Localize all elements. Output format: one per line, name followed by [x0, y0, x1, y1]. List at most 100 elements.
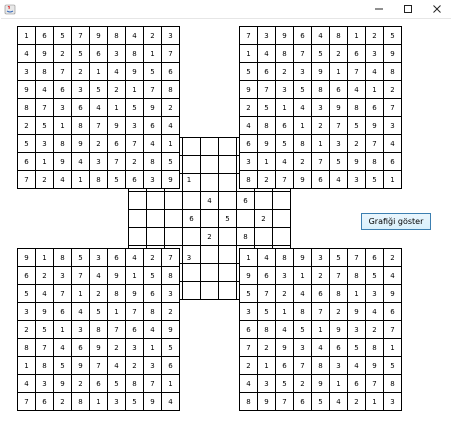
sudoku-cell[interactable]: 4	[162, 117, 180, 135]
sudoku-cell[interactable]: 1	[258, 357, 276, 375]
sudoku-cell[interactable]: 7	[144, 81, 162, 99]
sudoku-cell[interactable]: 8	[330, 285, 348, 303]
sudoku-cell[interactable]: 9	[384, 45, 402, 63]
sudoku-cell[interactable]: 6	[294, 27, 312, 45]
sudoku-cell[interactable]: 4	[348, 357, 366, 375]
sudoku-cell[interactable]: 9	[366, 357, 384, 375]
sudoku-cell[interactable]: 3	[258, 375, 276, 393]
sudoku-cell[interactable]: 2	[36, 171, 54, 189]
sudoku-cell[interactable]: 9	[294, 171, 312, 189]
sudoku-cell[interactable]: 8	[348, 99, 366, 117]
sudoku-cell[interactable]: 4	[258, 45, 276, 63]
sudoku-cell[interactable]: 4	[90, 267, 108, 285]
sudoku-cell[interactable]: 1	[144, 339, 162, 357]
sudoku-cell[interactable]: 8	[90, 321, 108, 339]
sudoku-cell[interactable]	[219, 264, 237, 282]
sudoku-cell[interactable]: 1	[90, 63, 108, 81]
sudoku-cell[interactable]: 6	[384, 303, 402, 321]
sudoku-cell[interactable]: 1	[162, 375, 180, 393]
sudoku-cell[interactable]: 6	[348, 375, 366, 393]
sudoku-cell[interactable]: 2	[162, 99, 180, 117]
sudoku-cell[interactable]: 8	[144, 153, 162, 171]
sudoku-cell[interactable]: 4	[276, 153, 294, 171]
sudoku-cell[interactable]: 6	[18, 267, 36, 285]
sudoku-cell[interactable]: 1	[384, 171, 402, 189]
sudoku-cell[interactable]: 4	[384, 267, 402, 285]
sudoku-cell[interactable]: 2	[18, 321, 36, 339]
sudoku-cell[interactable]: 9	[126, 63, 144, 81]
sudoku-cell[interactable]: 6	[240, 135, 258, 153]
sudoku-cell[interactable]: 7	[54, 285, 72, 303]
sudoku-cell[interactable]: 9	[312, 375, 330, 393]
sudoku-cell[interactable]: 2	[72, 63, 90, 81]
sudoku-cell[interactable]: 8	[126, 375, 144, 393]
sudoku-cell[interactable]: 1	[240, 249, 258, 267]
sudoku-cell[interactable]: 1	[294, 267, 312, 285]
sudoku-cell[interactable]: 6	[183, 210, 201, 228]
sudoku-cell[interactable]: 6	[162, 63, 180, 81]
sudoku-cell[interactable]: 3	[72, 321, 90, 339]
sudoku-cell[interactable]: 3	[36, 375, 54, 393]
sudoku-cell[interactable]: 8	[18, 99, 36, 117]
sudoku-cell[interactable]: 7	[108, 321, 126, 339]
sudoku-cell[interactable]: 6	[54, 303, 72, 321]
sudoku-cell[interactable]	[273, 210, 291, 228]
sudoku-cell[interactable]: 7	[90, 117, 108, 135]
sudoku-cell[interactable]: 5	[126, 99, 144, 117]
sudoku-cell[interactable]: 9	[384, 285, 402, 303]
sudoku-cell[interactable]: 2	[201, 228, 219, 246]
sudoku-cell[interactable]: 9	[144, 99, 162, 117]
sudoku-cell[interactable]: 4	[108, 63, 126, 81]
sudoku-cell[interactable]: 5	[72, 249, 90, 267]
sudoku-cell[interactable]: 1	[162, 135, 180, 153]
sudoku-cell[interactable]: 3	[276, 81, 294, 99]
sudoku-cell[interactable]: 1	[54, 117, 72, 135]
sudoku-cell[interactable]	[201, 174, 219, 192]
sudoku-cell[interactable]: 5	[258, 303, 276, 321]
sudoku-cell[interactable]: 6	[90, 45, 108, 63]
sudoku-cell[interactable]: 3	[384, 393, 402, 411]
sudoku-cell[interactable]: 2	[384, 81, 402, 99]
sudoku-cell[interactable]: 5	[36, 117, 54, 135]
sudoku-cell[interactable]: 6	[312, 285, 330, 303]
sudoku-cell[interactable]: 4	[276, 321, 294, 339]
sudoku-cell[interactable]: 8	[54, 249, 72, 267]
sudoku-cell[interactable]: 4	[294, 99, 312, 117]
sudoku-cell[interactable]: 3	[18, 63, 36, 81]
sudoku-cell[interactable]	[183, 192, 201, 210]
sudoku-cell[interactable]	[147, 210, 165, 228]
sudoku-cell[interactable]: 9	[144, 393, 162, 411]
sudoku-cell[interactable]: 1	[330, 63, 348, 81]
sudoku-cell[interactable]	[129, 192, 147, 210]
sudoku-cell[interactable]: 1	[72, 285, 90, 303]
sudoku-cell[interactable]: 5	[276, 375, 294, 393]
sudoku-cell[interactable]	[219, 246, 237, 264]
sudoku-cell[interactable]: 9	[276, 339, 294, 357]
sudoku-cell[interactable]: 2	[90, 285, 108, 303]
sudoku-cell[interactable]: 7	[126, 303, 144, 321]
sudoku-cell[interactable]: 1	[240, 45, 258, 63]
sudoku-cell[interactable]: 6	[72, 99, 90, 117]
sudoku-cell[interactable]: 4	[126, 27, 144, 45]
sudoku-cell[interactable]: 2	[312, 267, 330, 285]
sudoku-cell[interactable]: 1	[126, 81, 144, 99]
sudoku-cell[interactable]: 4	[312, 27, 330, 45]
sudoku-cell[interactable]: 8	[108, 27, 126, 45]
sudoku-cell[interactable]: 8	[294, 303, 312, 321]
sudoku-cell[interactable]: 3	[240, 303, 258, 321]
sudoku-cell[interactable]: 8	[240, 393, 258, 411]
sudoku-cell[interactable]: 5	[126, 393, 144, 411]
sudoku-cell[interactable]	[219, 156, 237, 174]
sudoku-cell[interactable]	[165, 228, 183, 246]
sudoku-cell[interactable]: 5	[54, 357, 72, 375]
sudoku-cell[interactable]: 3	[312, 99, 330, 117]
sudoku-cell[interactable]	[219, 138, 237, 156]
sudoku-cell[interactable]: 5	[348, 117, 366, 135]
sudoku-cell[interactable]: 8	[258, 321, 276, 339]
sudoku-cell[interactable]: 2	[276, 285, 294, 303]
minimize-button[interactable]	[364, 0, 394, 18]
sudoku-cell[interactable]: 2	[72, 375, 90, 393]
sudoku-cell[interactable]: 8	[36, 63, 54, 81]
sudoku-cell[interactable]: 6	[294, 393, 312, 411]
sudoku-cell[interactable]	[255, 192, 273, 210]
